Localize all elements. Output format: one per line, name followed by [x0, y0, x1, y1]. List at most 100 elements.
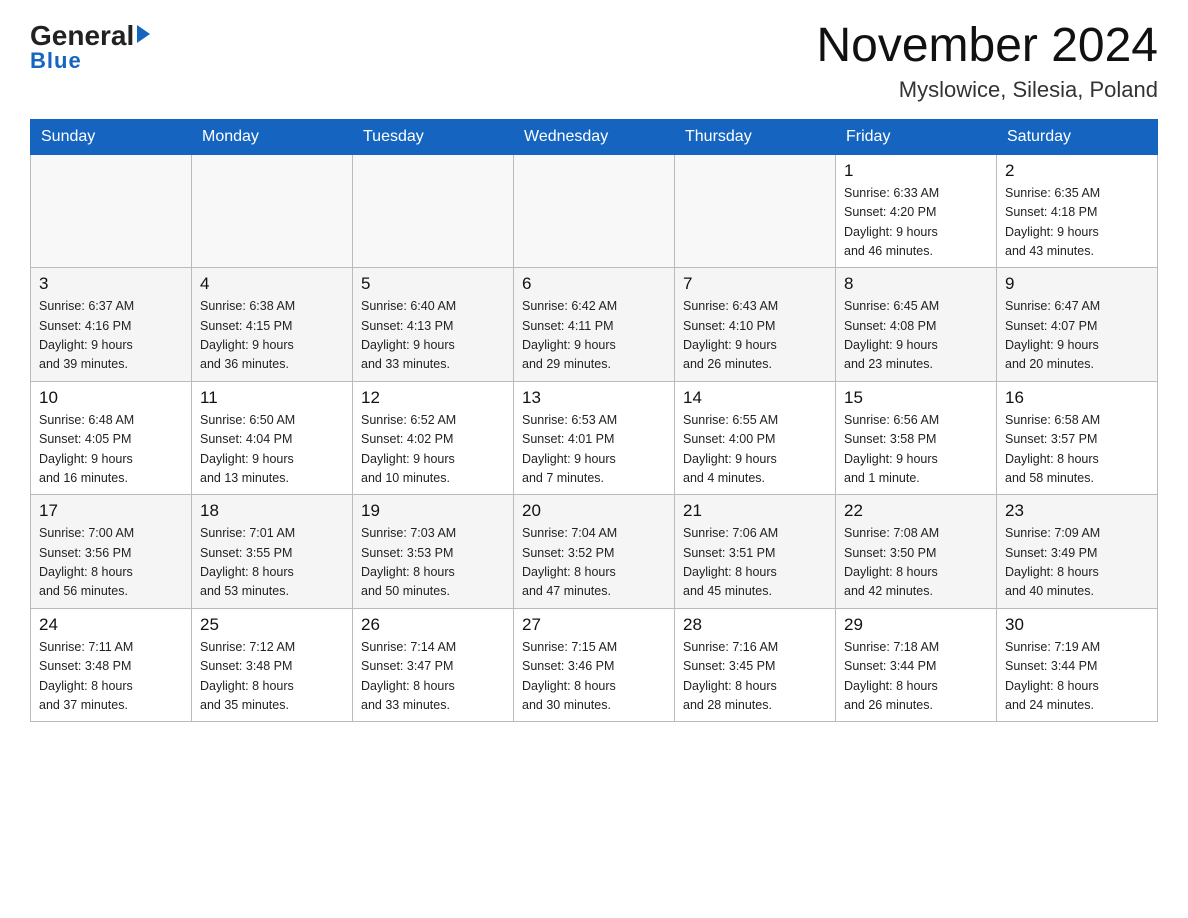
- week-row-3: 10Sunrise: 6:48 AM Sunset: 4:05 PM Dayli…: [31, 381, 1158, 495]
- day-number: 17: [39, 501, 183, 521]
- day-info: Sunrise: 6:56 AM Sunset: 3:58 PM Dayligh…: [844, 411, 988, 489]
- calendar-cell: 13 Sunrise: 6:53 AM Sunset: 4:01 PM Dayli…: [514, 381, 675, 495]
- calendar-table: SundayMondayTuesdayWednesdayThursdayFrid…: [30, 119, 1158, 723]
- header-day-saturday: Saturday: [997, 119, 1158, 154]
- calendar-cell: 2 Sunrise: 6:35 AM Sunset: 4:18 PM Daylig…: [997, 154, 1158, 268]
- day-number: 16: [1005, 388, 1149, 408]
- day-info: Sunrise: 7:12 AM Sunset: 3:48 PM Dayligh…: [200, 638, 344, 716]
- header-day-monday: Monday: [192, 119, 353, 154]
- day-info: Sunrise: 7:04 AM Sunset: 3:52 PM Dayligh…: [522, 524, 666, 602]
- week-row-4: 17Sunrise: 7:00 AM Sunset: 3:56 PM Dayli…: [31, 495, 1158, 609]
- day-info: Sunrise: 6:38 AM Sunset: 4:15 PM Dayligh…: [200, 297, 344, 375]
- day-number: 2: [1005, 161, 1149, 181]
- day-number: 22: [844, 501, 988, 521]
- day-number: 25: [200, 615, 344, 635]
- day-number: 18: [200, 501, 344, 521]
- day-number: 12: [361, 388, 505, 408]
- calendar-cell: 9 Sunrise: 6:47 AM Sunset: 4:07 PM Daylig…: [997, 268, 1158, 382]
- day-info: Sunrise: 7:15 AM Sunset: 3:46 PM Dayligh…: [522, 638, 666, 716]
- day-number: 5: [361, 274, 505, 294]
- day-number: 6: [522, 274, 666, 294]
- calendar-cell: [31, 154, 192, 268]
- day-info: Sunrise: 7:16 AM Sunset: 3:45 PM Dayligh…: [683, 638, 827, 716]
- calendar-cell: 8 Sunrise: 6:45 AM Sunset: 4:08 PM Daylig…: [836, 268, 997, 382]
- calendar-cell: 7Sunrise: 6:43 AM Sunset: 4:10 PM Daylig…: [675, 268, 836, 382]
- calendar-cell: 17Sunrise: 7:00 AM Sunset: 3:56 PM Dayli…: [31, 495, 192, 609]
- calendar-cell: 12 Sunrise: 6:52 AM Sunset: 4:02 PM Dayli…: [353, 381, 514, 495]
- week-row-5: 24Sunrise: 7:11 AM Sunset: 3:48 PM Dayli…: [31, 608, 1158, 722]
- calendar-cell: [514, 154, 675, 268]
- calendar-cell: 15 Sunrise: 6:56 AM Sunset: 3:58 PM Dayli…: [836, 381, 997, 495]
- day-number: 20: [522, 501, 666, 521]
- day-info: Sunrise: 7:03 AM Sunset: 3:53 PM Dayligh…: [361, 524, 505, 602]
- logo-triangle-icon: [137, 25, 150, 43]
- calendar-cell: 29 Sunrise: 7:18 AM Sunset: 3:44 PM Dayli…: [836, 608, 997, 722]
- header-day-sunday: Sunday: [31, 119, 192, 154]
- day-number: 9: [1005, 274, 1149, 294]
- day-info: Sunrise: 6:42 AM Sunset: 4:11 PM Dayligh…: [522, 297, 666, 375]
- day-number: 10: [39, 388, 183, 408]
- day-number: 15: [844, 388, 988, 408]
- calendar-cell: 20 Sunrise: 7:04 AM Sunset: 3:52 PM Dayli…: [514, 495, 675, 609]
- calendar-cell: 21Sunrise: 7:06 AM Sunset: 3:51 PM Dayli…: [675, 495, 836, 609]
- header-day-tuesday: Tuesday: [353, 119, 514, 154]
- calendar-cell: 22 Sunrise: 7:08 AM Sunset: 3:50 PM Dayli…: [836, 495, 997, 609]
- calendar-cell: 24Sunrise: 7:11 AM Sunset: 3:48 PM Dayli…: [31, 608, 192, 722]
- calendar-cell: [353, 154, 514, 268]
- day-number: 29: [844, 615, 988, 635]
- logo: General Blue: [30, 20, 150, 74]
- calendar-cell: 28 Sunrise: 7:16 AM Sunset: 3:45 PM Dayli…: [675, 608, 836, 722]
- day-info: Sunrise: 7:14 AM Sunset: 3:47 PM Dayligh…: [361, 638, 505, 716]
- day-number: 3: [39, 274, 183, 294]
- day-number: 24: [39, 615, 183, 635]
- day-number: 13: [522, 388, 666, 408]
- day-number: 26: [361, 615, 505, 635]
- calendar-cell: 3 Sunrise: 6:37 AM Sunset: 4:16 PM Daylig…: [31, 268, 192, 382]
- day-number: 7: [683, 274, 827, 294]
- day-info: Sunrise: 7:09 AM Sunset: 3:49 PM Dayligh…: [1005, 524, 1149, 602]
- day-info: Sunrise: 6:55 AM Sunset: 4:00 PM Dayligh…: [683, 411, 827, 489]
- calendar-cell: 11Sunrise: 6:50 AM Sunset: 4:04 PM Dayli…: [192, 381, 353, 495]
- week-row-1: 1 Sunrise: 6:33 AM Sunset: 4:20 PM Daylig…: [31, 154, 1158, 268]
- calendar-header-row: SundayMondayTuesdayWednesdayThursdayFrid…: [31, 119, 1158, 154]
- calendar-cell: 10Sunrise: 6:48 AM Sunset: 4:05 PM Dayli…: [31, 381, 192, 495]
- day-info: Sunrise: 7:01 AM Sunset: 3:55 PM Dayligh…: [200, 524, 344, 602]
- day-info: Sunrise: 7:08 AM Sunset: 3:50 PM Dayligh…: [844, 524, 988, 602]
- day-info: Sunrise: 6:35 AM Sunset: 4:18 PM Dayligh…: [1005, 184, 1149, 262]
- day-info: Sunrise: 6:52 AM Sunset: 4:02 PM Dayligh…: [361, 411, 505, 489]
- day-number: 11: [200, 388, 344, 408]
- title-area: November 2024 Myslowice, Silesia, Poland: [816, 20, 1158, 103]
- day-info: Sunrise: 6:40 AM Sunset: 4:13 PM Dayligh…: [361, 297, 505, 375]
- calendar-subtitle: Myslowice, Silesia, Poland: [816, 77, 1158, 103]
- calendar-cell: 14 Sunrise: 6:55 AM Sunset: 4:00 PM Dayli…: [675, 381, 836, 495]
- day-number: 23: [1005, 501, 1149, 521]
- day-number: 28: [683, 615, 827, 635]
- day-number: 19: [361, 501, 505, 521]
- header-day-thursday: Thursday: [675, 119, 836, 154]
- calendar-cell: 23 Sunrise: 7:09 AM Sunset: 3:49 PM Dayli…: [997, 495, 1158, 609]
- week-row-2: 3 Sunrise: 6:37 AM Sunset: 4:16 PM Daylig…: [31, 268, 1158, 382]
- day-number: 21: [683, 501, 827, 521]
- calendar-title: November 2024: [816, 20, 1158, 73]
- day-number: 4: [200, 274, 344, 294]
- calendar-cell: [675, 154, 836, 268]
- day-number: 14: [683, 388, 827, 408]
- day-info: Sunrise: 6:45 AM Sunset: 4:08 PM Dayligh…: [844, 297, 988, 375]
- day-info: Sunrise: 6:53 AM Sunset: 4:01 PM Dayligh…: [522, 411, 666, 489]
- calendar-cell: 26 Sunrise: 7:14 AM Sunset: 3:47 PM Dayli…: [353, 608, 514, 722]
- calendar-cell: 4 Sunrise: 6:38 AM Sunset: 4:15 PM Daylig…: [192, 268, 353, 382]
- calendar-cell: 19 Sunrise: 7:03 AM Sunset: 3:53 PM Dayli…: [353, 495, 514, 609]
- day-info: Sunrise: 6:37 AM Sunset: 4:16 PM Dayligh…: [39, 297, 183, 375]
- day-info: Sunrise: 7:19 AM Sunset: 3:44 PM Dayligh…: [1005, 638, 1149, 716]
- day-number: 1: [844, 161, 988, 181]
- calendar-cell: 5 Sunrise: 6:40 AM Sunset: 4:13 PM Daylig…: [353, 268, 514, 382]
- calendar-cell: 16Sunrise: 6:58 AM Sunset: 3:57 PM Dayli…: [997, 381, 1158, 495]
- calendar-cell: 18 Sunrise: 7:01 AM Sunset: 3:55 PM Dayli…: [192, 495, 353, 609]
- calendar-cell: 25 Sunrise: 7:12 AM Sunset: 3:48 PM Dayli…: [192, 608, 353, 722]
- day-info: Sunrise: 6:33 AM Sunset: 4:20 PM Dayligh…: [844, 184, 988, 262]
- day-number: 8: [844, 274, 988, 294]
- day-info: Sunrise: 6:47 AM Sunset: 4:07 PM Dayligh…: [1005, 297, 1149, 375]
- header: General Blue November 2024 Myslowice, Si…: [30, 20, 1158, 103]
- day-number: 30: [1005, 615, 1149, 635]
- day-info: Sunrise: 7:18 AM Sunset: 3:44 PM Dayligh…: [844, 638, 988, 716]
